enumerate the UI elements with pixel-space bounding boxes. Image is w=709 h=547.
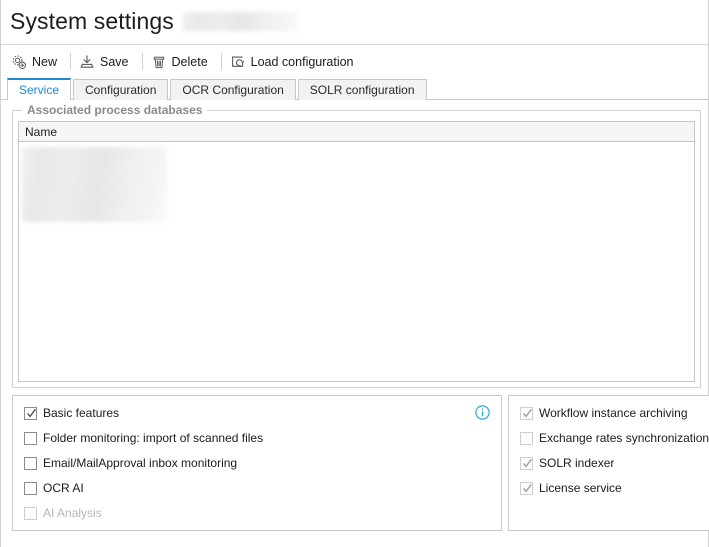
tab-ocr-configuration-label: OCR Configuration — [182, 83, 284, 97]
email-mailapproval-checkbox[interactable] — [24, 457, 37, 470]
folder-monitoring-checkbox[interactable] — [24, 432, 37, 445]
associated-process-databases-title: Associated process databases — [22, 103, 208, 117]
new-button[interactable]: New — [9, 50, 64, 74]
system-settings-window: System settings New Save Delete Load con… — [0, 0, 709, 547]
toolbar-separator — [141, 53, 143, 70]
page-title: System settings — [10, 8, 174, 34]
tab-solr-configuration-label: SOLR configuration — [309, 83, 415, 97]
ocr-ai-checkbox[interactable] — [24, 482, 37, 495]
toolbar-separator — [70, 53, 72, 70]
tab-solr-configuration[interactable]: SOLR configuration — [297, 79, 427, 100]
service-features-panel: Basic features Folder monitoring: import… — [12, 395, 502, 531]
checkbox-row-folder-monitoring[interactable]: Folder monitoring: import of scanned fil… — [24, 430, 501, 447]
tab-ocr-configuration[interactable]: OCR Configuration — [170, 79, 296, 100]
checkbox-row-basic-features[interactable]: Basic features — [24, 405, 501, 422]
exchange-rates-synchronization-label: Exchange rates synchronization — [539, 431, 709, 445]
ocr-ai-label: OCR AI — [43, 481, 84, 495]
workflow-instance-archiving-checkbox — [520, 407, 533, 420]
check-icon — [27, 408, 36, 418]
ai-analysis-checkbox — [24, 507, 37, 520]
check-icon — [523, 458, 532, 468]
grid-header-row: Name — [19, 122, 694, 142]
title-bar: System settings — [1, 0, 708, 45]
tabstrip: Service Configuration OCR Configuration … — [1, 78, 708, 101]
gear-plus-icon — [11, 54, 27, 70]
load-configuration-button[interactable]: Load configuration — [228, 50, 361, 74]
exchange-rates-synchronization-checkbox — [520, 432, 533, 445]
load-configuration-icon — [230, 54, 246, 70]
service-modules-panel: Workflow instance archiving Exchange rat… — [508, 395, 709, 531]
tab-configuration-label: Configuration — [85, 83, 157, 97]
checkbox-row-email-mailapproval[interactable]: Email/MailApproval inbox monitoring — [24, 455, 501, 472]
email-mailapproval-label: Email/MailApproval inbox monitoring — [43, 456, 238, 470]
toolbar-separator — [220, 53, 222, 70]
delete-button[interactable]: Delete — [149, 50, 215, 74]
basic-features-checkbox[interactable] — [24, 407, 37, 420]
license-service-label: License service — [539, 481, 622, 495]
folder-monitoring-label: Folder monitoring: import of scanned fil… — [43, 431, 264, 445]
tab-configuration[interactable]: Configuration — [73, 79, 169, 100]
tab-content-service: Associated process databases Name Basic … — [1, 103, 709, 531]
checkbox-row-ocr-ai[interactable]: OCR AI — [24, 480, 501, 497]
checkbox-row-ai-analysis: AI Analysis — [24, 505, 501, 522]
solr-indexer-label: SOLR indexer — [539, 456, 615, 470]
grid-column-name[interactable]: Name — [19, 125, 57, 139]
basic-features-label: Basic features — [43, 406, 120, 420]
workflow-instance-archiving-label: Workflow instance archiving — [539, 406, 688, 420]
check-icon — [523, 483, 532, 493]
process-databases-grid[interactable]: Name — [18, 121, 695, 382]
solr-indexer-checkbox — [520, 457, 533, 470]
load-configuration-button-label: Load configuration — [250, 54, 354, 69]
checkbox-row-license-service: License service — [520, 480, 709, 497]
toolbar: New Save Delete Load configuration — [1, 45, 708, 78]
checkbox-row-workflow-instance-archiving: Workflow instance archiving — [520, 405, 709, 422]
delete-button-label: Delete — [171, 54, 208, 69]
license-service-checkbox — [520, 482, 533, 495]
tab-service[interactable]: Service — [7, 78, 72, 101]
save-button[interactable]: Save — [77, 50, 136, 74]
new-button-label: New — [32, 54, 58, 69]
tab-service-label: Service — [19, 83, 60, 97]
service-options-area: Basic features Folder monitoring: import… — [12, 395, 709, 531]
checkbox-row-solr-indexer: SOLR indexer — [520, 455, 709, 472]
redacted-title-suffix — [182, 12, 298, 31]
save-icon — [79, 54, 95, 70]
grid-body[interactable] — [19, 142, 694, 381]
ai-analysis-label: AI Analysis — [43, 506, 102, 520]
redacted-grid-rows — [22, 147, 167, 222]
info-icon[interactable] — [475, 405, 490, 420]
checkbox-row-exchange-rates-synchronization: Exchange rates synchronization — [520, 430, 709, 447]
save-button-label: Save — [100, 54, 129, 69]
check-icon — [523, 408, 532, 418]
associated-process-databases-group: Associated process databases Name — [12, 103, 701, 388]
trash-icon — [151, 54, 167, 70]
